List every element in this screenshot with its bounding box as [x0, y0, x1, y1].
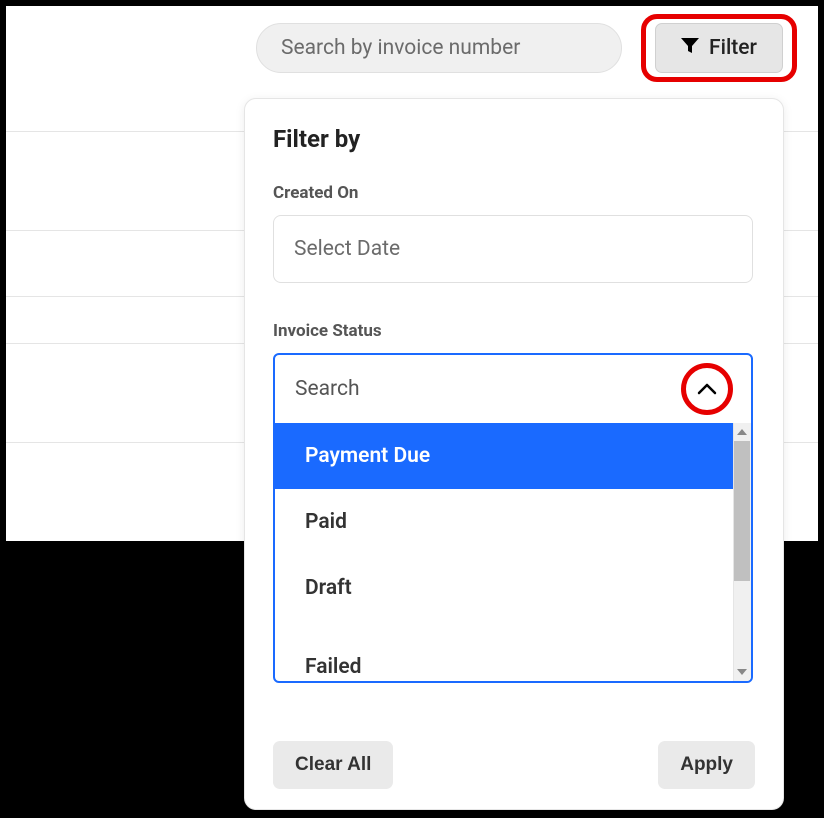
scrollbar-track: [733, 423, 751, 681]
triangle-up-icon: [737, 429, 747, 435]
filter-icon: [681, 38, 699, 58]
dropdown-collapse-button[interactable]: [683, 365, 731, 413]
filter-panel: Filter by Created On Select Date Invoice…: [244, 98, 784, 810]
scrollbar-down-button[interactable]: [733, 663, 751, 681]
created-on-input[interactable]: Select Date: [273, 215, 753, 283]
triangle-down-icon: [737, 669, 747, 675]
scrollbar-up-button[interactable]: [733, 423, 751, 441]
option-failed[interactable]: Failed: [275, 621, 733, 681]
search-placeholder: Search by invoice number: [281, 36, 520, 60]
search-input[interactable]: Search by invoice number: [256, 23, 622, 73]
option-payment-due[interactable]: Payment Due: [275, 423, 733, 489]
filter-button-label: Filter: [709, 36, 757, 60]
created-on-placeholder: Select Date: [294, 237, 400, 261]
dropdown-search-placeholder: Search: [295, 377, 360, 401]
invoice-status-dropdown: Search Payment Due Paid Draft Failed: [273, 353, 753, 683]
option-draft[interactable]: Draft: [275, 555, 733, 621]
scrollbar-thumb[interactable]: [734, 441, 750, 581]
filter-panel-footer: Clear All Apply: [273, 741, 755, 789]
apply-button[interactable]: Apply: [658, 741, 755, 789]
dropdown-search-input[interactable]: Search: [275, 355, 751, 423]
invoice-status-label: Invoice Status: [273, 321, 755, 341]
chevron-up-icon: [697, 380, 717, 399]
option-paid[interactable]: Paid: [275, 489, 733, 555]
filter-panel-title: Filter by: [273, 125, 755, 153]
filter-button[interactable]: Filter: [655, 23, 783, 73]
created-on-label: Created On: [273, 183, 755, 203]
dropdown-options-list: Payment Due Paid Draft Failed: [275, 423, 751, 681]
clear-all-button[interactable]: Clear All: [273, 741, 393, 789]
